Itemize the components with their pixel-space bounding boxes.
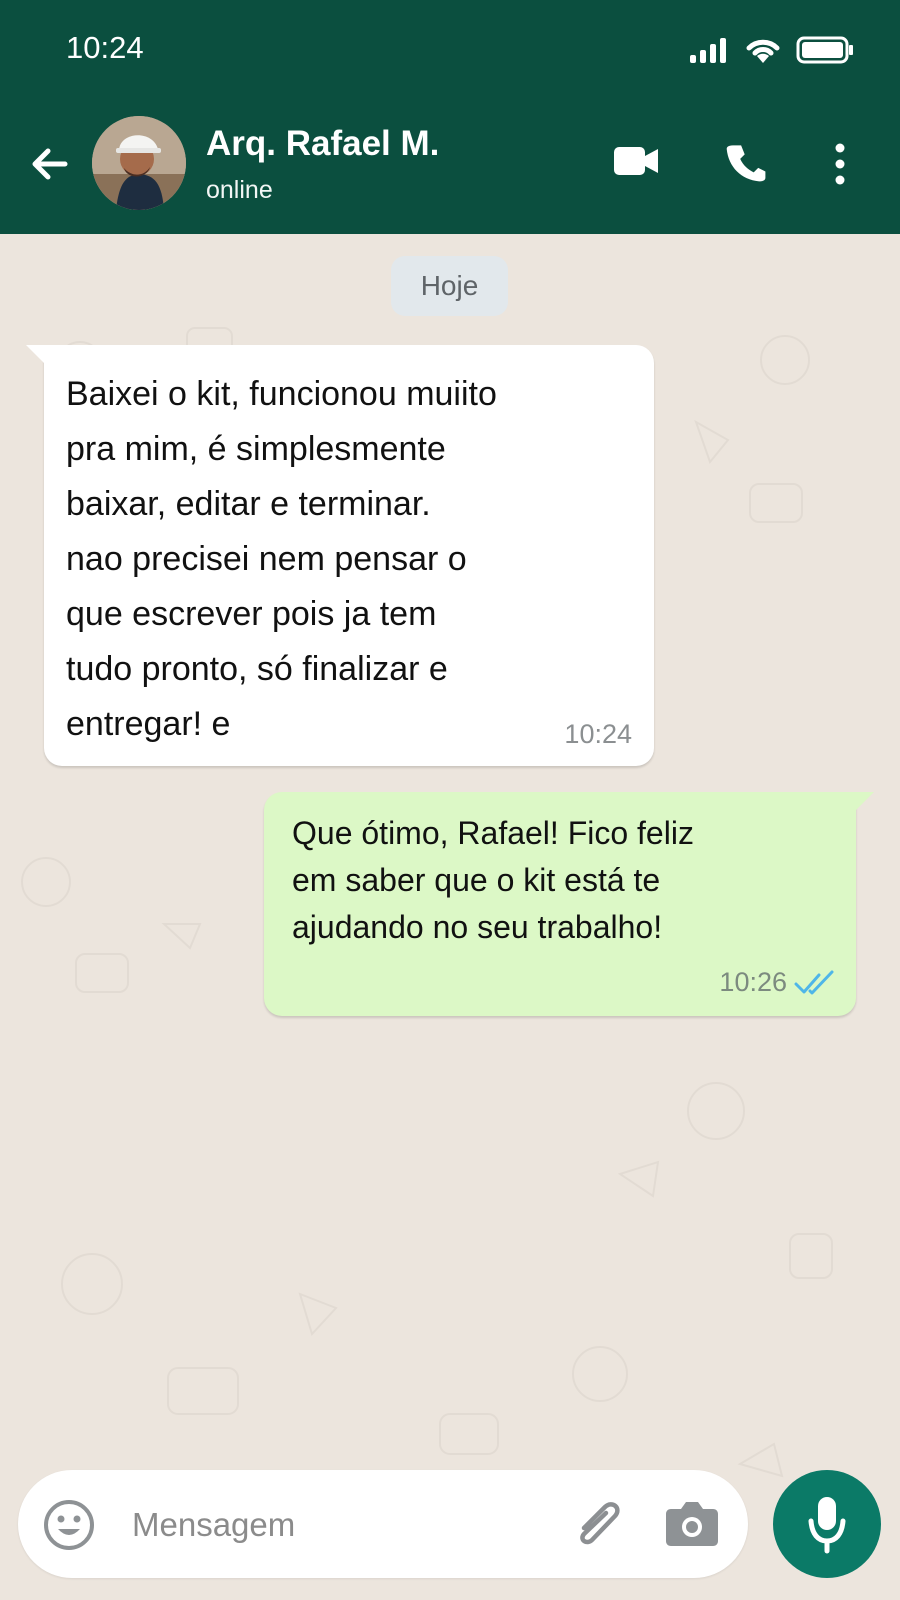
message-text: Baixei o kit, funcionou muiito pra mim, … — [66, 375, 497, 743]
wifi-icon — [746, 39, 780, 63]
attach-icon[interactable] — [570, 1495, 626, 1553]
read-ticks-icon — [794, 970, 834, 995]
outgoing-bubble-tail — [856, 792, 874, 810]
contact-status: online — [206, 176, 273, 204]
video-call-icon[interactable] — [612, 142, 660, 180]
avatar[interactable] — [92, 116, 186, 210]
message-text: Que ótimo, Rafael! Fico feliz em saber q… — [292, 815, 694, 945]
message-input[interactable] — [130, 1494, 554, 1556]
incoming-bubble-tail — [26, 345, 44, 363]
contact-photo — [92, 116, 186, 210]
signal-icon — [690, 38, 726, 63]
chat-area: Hoje Baixei o kit, funcionou muiito pra … — [0, 234, 900, 1600]
contact-name[interactable]: Arq. Rafael M. — [206, 124, 439, 164]
message-time: 10:26 — [719, 967, 787, 997]
camera-icon[interactable] — [664, 1495, 720, 1549]
battery-icon — [796, 36, 853, 64]
message-time: 10:24 — [564, 719, 632, 749]
chat-header: 10:24 Arq. Rafael M. online — [0, 0, 900, 234]
status-time: 10:24 — [66, 30, 144, 65]
phone-call-icon[interactable] — [724, 140, 768, 184]
incoming-message[interactable]: Baixei o kit, funcionou muiito pra mim, … — [26, 345, 654, 766]
status-icons — [688, 34, 854, 66]
more-options-icon[interactable] — [832, 143, 848, 185]
message-composer — [18, 1470, 748, 1578]
date-label: Hoje — [391, 256, 508, 316]
emoji-icon[interactable] — [42, 1498, 96, 1552]
outgoing-message[interactable]: Que ótimo, Rafael! Fico feliz em saber q… — [264, 792, 874, 1016]
voice-message-button[interactable] — [773, 1470, 881, 1578]
back-arrow-icon[interactable] — [28, 142, 72, 186]
microphone-icon — [808, 1497, 846, 1554]
